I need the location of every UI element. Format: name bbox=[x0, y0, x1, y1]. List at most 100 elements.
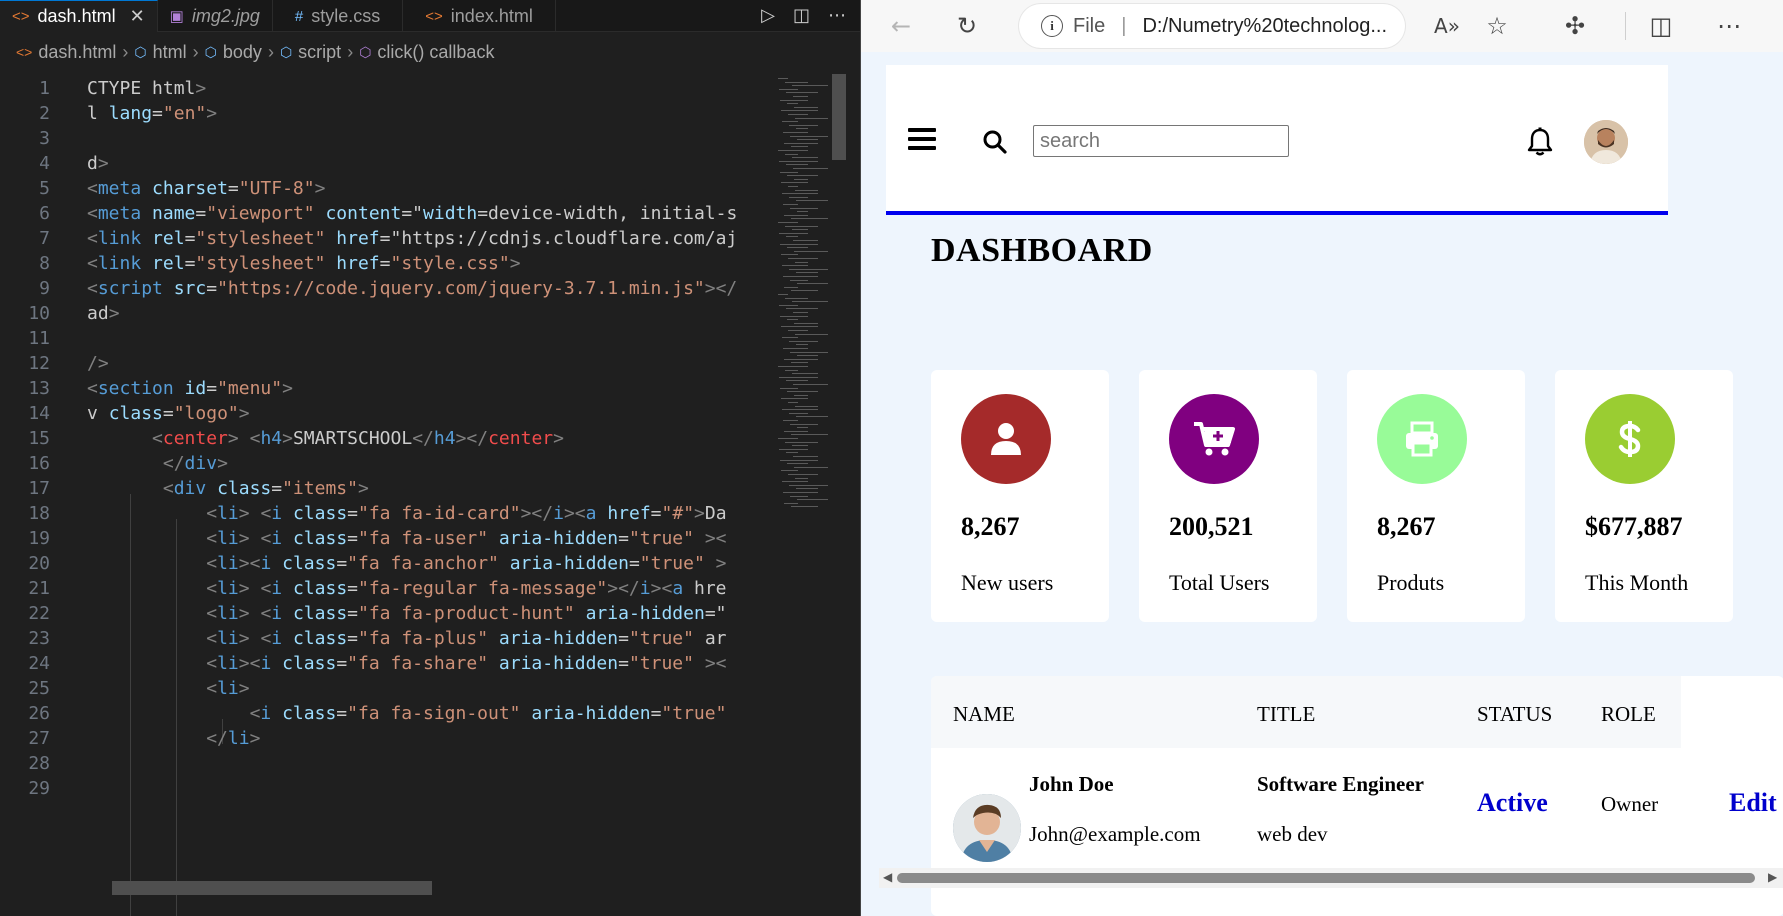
breadcrumb-item[interactable]: body bbox=[223, 42, 262, 63]
scroll-left-icon[interactable]: ◀ bbox=[883, 870, 892, 884]
code-line[interactable]: 21 <li> <i class="fa-regular fa-message"… bbox=[0, 574, 770, 602]
code-text: d> bbox=[87, 152, 109, 174]
more-icon[interactable]: ⋯ bbox=[828, 5, 846, 26]
line-number: 11 bbox=[28, 327, 50, 349]
horizontal-scrollbar[interactable]: ◀ ▶ bbox=[879, 868, 1783, 888]
minimap-line bbox=[788, 114, 808, 115]
minimap-line bbox=[789, 340, 818, 342]
minimap-line bbox=[794, 178, 808, 180]
minimap-line bbox=[794, 322, 818, 324]
back-arrow-icon[interactable]: ← bbox=[883, 8, 919, 44]
scroll-right-icon[interactable]: ▶ bbox=[1768, 870, 1777, 884]
code-line[interactable]: 29 bbox=[0, 774, 770, 802]
favorite-star-icon[interactable]: ☆ bbox=[1479, 8, 1515, 44]
code-line[interactable]: 8 <link rel="stylesheet" href="style.css"… bbox=[0, 249, 770, 277]
card-value: 8,267 bbox=[1377, 512, 1436, 541]
code-line[interactable]: 19 <li> <i class="fa fa-user" aria-hidde… bbox=[0, 524, 770, 552]
code-line[interactable]: 22 <li> <i class="fa fa-product-hunt" ar… bbox=[0, 599, 770, 627]
bell-icon[interactable] bbox=[1526, 127, 1554, 157]
code-line[interactable]: 24 <li><i class="fa fa-share" aria-hidde… bbox=[0, 649, 770, 677]
address-bar[interactable]: i File | D:/Numetry%20technolog... bbox=[1019, 4, 1405, 48]
tab-style-css[interactable]: # style.css bbox=[273, 0, 404, 32]
breadcrumb-item[interactable]: dash.html bbox=[38, 42, 116, 63]
tab-index-html[interactable]: <> index.html bbox=[403, 0, 556, 32]
code-line[interactable]: 28 bbox=[0, 749, 770, 777]
code-line[interactable]: 15 <center> <h4>SMARTSCHOOL</h4></center… bbox=[0, 424, 770, 452]
search-input[interactable] bbox=[1033, 125, 1289, 157]
line-number: 4 bbox=[39, 152, 50, 174]
code-line[interactable]: 9 <script src="https://code.jquery.com/jq… bbox=[0, 274, 770, 302]
tab-dash-html[interactable]: <> dash.html ✕ bbox=[0, 0, 158, 32]
minimap-line bbox=[789, 196, 808, 198]
edit-link[interactable]: Edit bbox=[1729, 788, 1777, 818]
avatar[interactable] bbox=[1584, 120, 1628, 164]
column-header-status[interactable]: STATUS bbox=[1477, 702, 1552, 727]
minimap-line bbox=[787, 103, 798, 105]
code-line[interactable]: 16 </div> bbox=[0, 449, 770, 477]
code-text: <li> bbox=[206, 677, 250, 699]
code-line[interactable]: 27 </li> bbox=[0, 724, 770, 752]
read-aloud-icon[interactable]: A» bbox=[1429, 8, 1465, 44]
column-header-name[interactable]: NAME bbox=[953, 702, 1015, 727]
code-area[interactable]: 1 CTYPE html> 2 l lang="en"> 3 4 d> 5 <meta char… bbox=[0, 74, 842, 916]
code-line[interactable]: 26 <i class="fa fa-sign-out" aria-hidden… bbox=[0, 699, 770, 727]
code-line[interactable]: 12 /> bbox=[0, 349, 770, 377]
minimap-line bbox=[782, 481, 808, 483]
line-number: 8 bbox=[39, 252, 50, 274]
tab-label: style.css bbox=[311, 5, 381, 26]
search-icon[interactable] bbox=[982, 129, 1008, 155]
info-icon[interactable]: i bbox=[1041, 15, 1063, 37]
code-line[interactable]: 3 bbox=[0, 124, 770, 152]
more-icon[interactable]: ⋯ bbox=[1711, 8, 1747, 44]
code-line[interactable]: 17 <div class="items"> bbox=[0, 474, 770, 502]
code-line[interactable]: 20 <li><i class="fa fa-anchor" aria-hidd… bbox=[0, 549, 770, 577]
code-line[interactable]: 7 <link rel="stylesheet" href="https://cd… bbox=[0, 224, 770, 252]
html-file-icon: <> bbox=[425, 7, 443, 25]
code-line[interactable]: 18 <li> <i class="fa fa-id-card"></i><a … bbox=[0, 499, 770, 527]
column-header-title[interactable]: TITLE bbox=[1257, 702, 1315, 727]
code-line[interactable]: 1 CTYPE html> bbox=[0, 74, 770, 102]
minimap-line bbox=[791, 362, 808, 364]
minimap-line bbox=[785, 81, 808, 83]
scrollbar-thumb[interactable] bbox=[897, 873, 1755, 883]
line-number: 23 bbox=[28, 627, 50, 649]
code-line[interactable]: 14 v class="logo"> bbox=[0, 399, 770, 427]
code-line[interactable]: 23 <li> <i class="fa fa-plus" aria-hidde… bbox=[0, 624, 770, 652]
column-header-role[interactable]: ROLE bbox=[1601, 702, 1656, 727]
close-icon[interactable]: ✕ bbox=[130, 6, 145, 27]
code-line[interactable]: 13 <section id="menu"> bbox=[0, 374, 770, 402]
horizontal-scrollbar[interactable] bbox=[112, 881, 432, 895]
line-number: 7 bbox=[39, 227, 50, 249]
minimap-line bbox=[789, 124, 818, 126]
split-screen-icon[interactable]: ◫ bbox=[1643, 8, 1679, 44]
url-text[interactable]: D:/Numetry%20technolog... bbox=[1142, 15, 1387, 38]
code-line[interactable]: 11 bbox=[0, 324, 770, 352]
stat-card-this-month: $677,887 This Month bbox=[1555, 370, 1733, 622]
split-editor-icon[interactable]: ◫ bbox=[793, 5, 810, 26]
code-line[interactable]: 5 <meta charset="UTF-8"> bbox=[0, 174, 770, 202]
card-icon-circle bbox=[1377, 394, 1467, 484]
hamburger-menu-icon[interactable] bbox=[908, 128, 936, 150]
refresh-icon[interactable]: ↻ bbox=[949, 8, 985, 44]
code-line[interactable]: 4 d> bbox=[0, 149, 770, 177]
minimap-line bbox=[783, 132, 808, 133]
minimap-line bbox=[792, 157, 818, 159]
run-icon[interactable]: ▷ bbox=[761, 5, 775, 26]
code-line[interactable]: 6 <meta name="viewport" content="width=de… bbox=[0, 199, 770, 227]
extensions-icon[interactable]: ✣ bbox=[1557, 8, 1593, 44]
status-active-link[interactable]: Active bbox=[1477, 788, 1548, 818]
minimap-line bbox=[785, 153, 798, 155]
minimap[interactable] bbox=[770, 74, 832, 544]
minimap-line bbox=[783, 348, 808, 349]
tab-img2-jpg[interactable]: ▣ img2.jpg bbox=[158, 0, 273, 32]
code-line[interactable]: 25 <li> bbox=[0, 674, 770, 702]
breadcrumb-item[interactable]: script bbox=[298, 42, 341, 63]
vertical-scrollbar[interactable] bbox=[832, 74, 846, 160]
code-line[interactable]: 10 ad> bbox=[0, 299, 770, 327]
code-line[interactable]: 2 l lang="en"> bbox=[0, 99, 770, 127]
breadcrumb-item[interactable]: html bbox=[153, 42, 187, 63]
minimap-line bbox=[793, 240, 818, 241]
minimap-line bbox=[793, 456, 818, 457]
breadcrumb-item[interactable]: click() callback bbox=[377, 42, 494, 63]
minimap-line bbox=[785, 225, 818, 227]
